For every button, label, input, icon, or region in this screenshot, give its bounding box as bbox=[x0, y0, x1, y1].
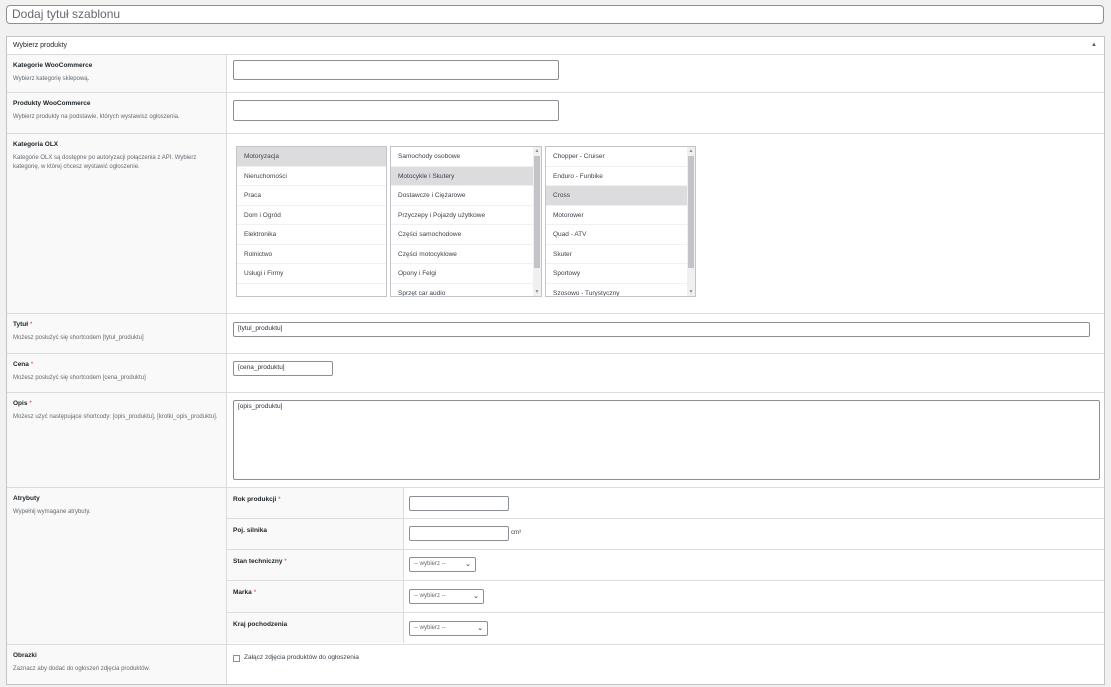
products-metabox: Wybierz produkty ▲ Kategorie WooCommerce… bbox=[6, 36, 1105, 685]
chevron-down-icon: ⌄ bbox=[477, 625, 483, 632]
label-price: Cena * bbox=[13, 361, 34, 368]
metabox-header[interactable]: Wybierz produkty ▲ bbox=[7, 37, 1104, 55]
olx-category-list-3[interactable]: Chopper - Cruiser Enduro - Funbike Cross… bbox=[545, 146, 696, 297]
attribute-label: Rok produkcji * bbox=[227, 488, 404, 518]
list-item[interactable]: Szosowo - Turystyczny bbox=[546, 284, 695, 297]
attribute-row: Poj. silnika cm³ bbox=[227, 519, 1104, 550]
row-images: Obrazki Zaznacz aby dodać do ogłoszeń zd… bbox=[7, 645, 1104, 684]
attach-images-checkbox[interactable] bbox=[233, 655, 240, 662]
scroll-down-icon[interactable]: ▼ bbox=[687, 288, 695, 296]
list-item[interactable]: Sportowy bbox=[546, 264, 695, 284]
price-field[interactable]: [cena_produktu] bbox=[233, 361, 333, 376]
list-item[interactable]: Samochody osobowe bbox=[391, 147, 541, 167]
list-item[interactable]: Praca bbox=[237, 186, 386, 206]
template-title-input[interactable]: Dodaj tytuł szablonu bbox=[6, 5, 1104, 24]
condition-select[interactable]: -- wybierz -- ⌄ bbox=[409, 557, 476, 572]
desc-woo-categories: Wybierz kategorię sklepową. bbox=[13, 76, 90, 82]
row-olx-category: Kategoria OLX Kategorie OLX są dostępne … bbox=[7, 134, 1104, 314]
attribute-row: Rok produkcji * bbox=[227, 488, 1104, 519]
list-item[interactable]: Rolnictwo bbox=[237, 245, 386, 264]
list-item[interactable]: Enduro - Funbike bbox=[546, 167, 695, 186]
label-attributes: Atrybuty bbox=[13, 495, 40, 502]
desc-woo-products: Wybierz produkty na podstawie, których w… bbox=[13, 114, 180, 120]
desc-attributes: Wypełnij wymagane atrybuty. bbox=[13, 509, 91, 515]
olx-category-list-2[interactable]: Samochody osobowe Motocykle i Skutery Do… bbox=[390, 146, 542, 297]
chevron-down-icon: ⌄ bbox=[465, 561, 471, 568]
arrow-up-icon[interactable]: ▲ bbox=[1091, 37, 1097, 54]
olx-category-list-1[interactable]: Motoryzacja Nieruchomości Praca Dom i Og… bbox=[236, 146, 387, 297]
scrollbar[interactable]: ▲ ▼ bbox=[533, 147, 541, 296]
row-attributes: Atrybuty Wypełnij wymagane atrybuty. Rok… bbox=[7, 488, 1104, 645]
engine-capacity-input[interactable] bbox=[409, 526, 509, 541]
row-woo-categories: Kategorie WooCommerce Wybierz kategorię … bbox=[7, 55, 1104, 93]
label-woo-products: Produkty WooCommerce bbox=[13, 100, 91, 107]
attribute-row: Kraj pochodzenia -- wybierz -- ⌄ bbox=[227, 613, 1104, 643]
list-item[interactable]: Opony i Felgi bbox=[391, 264, 541, 284]
attribute-row: Marka * -- wybierz -- ⌄ bbox=[227, 581, 1104, 613]
woo-categories-input[interactable] bbox=[233, 60, 559, 80]
scroll-up-icon[interactable]: ▲ bbox=[533, 147, 541, 155]
attach-images-label[interactable]: Załącz zdjęcia produktów do ogłoszenia bbox=[244, 654, 359, 661]
production-year-input[interactable] bbox=[409, 496, 509, 511]
list-item[interactable]: Usługi i Firmy bbox=[237, 264, 386, 284]
list-item[interactable]: Sprzęt car audio bbox=[391, 284, 541, 297]
metabox-title: Wybierz produkty bbox=[13, 42, 68, 49]
desc-description: Możesz użyć następujące shortcody: [opis… bbox=[13, 414, 218, 420]
scroll-down-icon[interactable]: ▼ bbox=[533, 288, 541, 296]
attribute-row: Stan techniczny * -- wybierz -- ⌄ bbox=[227, 550, 1104, 581]
scroll-thumb[interactable] bbox=[688, 156, 694, 268]
list-item[interactable]: Części motocyklowe bbox=[391, 245, 541, 264]
list-item[interactable]: Motorower bbox=[546, 206, 695, 225]
scroll-thumb[interactable] bbox=[534, 156, 540, 268]
list-item[interactable]: Quad - ATV bbox=[546, 225, 695, 245]
label-images: Obrazki bbox=[13, 652, 37, 659]
desc-title: Możesz posłużyć się shortcodem [tytul_pr… bbox=[13, 335, 144, 341]
list-item[interactable]: Dom i Ogród bbox=[237, 206, 386, 225]
attribute-label: Kraj pochodzenia bbox=[227, 613, 404, 643]
list-item[interactable]: Przyczepy i Pojazdy użytkowe bbox=[391, 206, 541, 225]
list-item[interactable]: Motoryzacja bbox=[237, 147, 386, 167]
label-woo-categories: Kategorie WooCommerce bbox=[13, 62, 93, 69]
list-item[interactable]: Chopper - Cruiser bbox=[546, 147, 695, 167]
title-field[interactable]: [tytul_produktu] bbox=[233, 322, 1090, 337]
list-item[interactable]: Cross bbox=[546, 186, 695, 206]
country-select[interactable]: -- wybierz -- ⌄ bbox=[409, 621, 488, 636]
row-title: Tytuł * Możesz posłużyć się shortcodem [… bbox=[7, 314, 1104, 354]
desc-olx-category: Kategorie OLX są dostępne po autoryzacji… bbox=[13, 155, 197, 170]
list-item[interactable]: Elektronika bbox=[237, 225, 386, 245]
desc-price: Możesz posłużyć się shortcodem [cena_pro… bbox=[13, 375, 146, 381]
scroll-up-icon[interactable]: ▲ bbox=[687, 147, 695, 155]
brand-select[interactable]: -- wybierz -- ⌄ bbox=[409, 589, 484, 604]
label-title: Tytuł * bbox=[13, 321, 33, 328]
description-textarea[interactable]: [opis_produktu] bbox=[233, 400, 1100, 480]
woo-products-input[interactable] bbox=[233, 100, 559, 121]
chevron-down-icon: ⌄ bbox=[473, 593, 479, 600]
attribute-label: Poj. silnika bbox=[227, 519, 404, 549]
label-olx-category: Kategoria OLX bbox=[13, 141, 59, 148]
scrollbar[interactable]: ▲ ▼ bbox=[687, 147, 695, 296]
list-item[interactable]: Motocykle i Skutery bbox=[391, 166, 541, 186]
row-woo-products: Produkty WooCommerce Wybierz produkty na… bbox=[7, 93, 1104, 134]
row-price: Cena * Możesz posłużyć się shortcodem [c… bbox=[7, 354, 1104, 393]
required-marker: * bbox=[29, 321, 33, 328]
attribute-label: Stan techniczny * bbox=[227, 550, 404, 580]
list-item[interactable]: Nieruchomości bbox=[237, 167, 386, 186]
unit-label: cm³ bbox=[511, 530, 521, 536]
required-marker: * bbox=[29, 400, 32, 407]
list-item[interactable]: Skuter bbox=[546, 245, 695, 264]
desc-images: Zaznacz aby dodać do ogłoszeń zdjęcia pr… bbox=[13, 666, 151, 672]
label-description: Opis * bbox=[13, 400, 32, 407]
required-marker: * bbox=[30, 361, 34, 368]
row-description: Opis * Możesz użyć następujące shortcody… bbox=[7, 393, 1104, 488]
list-item[interactable]: Części samochodowe bbox=[391, 225, 541, 245]
list-item[interactable]: Dostawcze i Ciężarowe bbox=[391, 186, 541, 206]
attribute-label: Marka * bbox=[227, 581, 404, 612]
